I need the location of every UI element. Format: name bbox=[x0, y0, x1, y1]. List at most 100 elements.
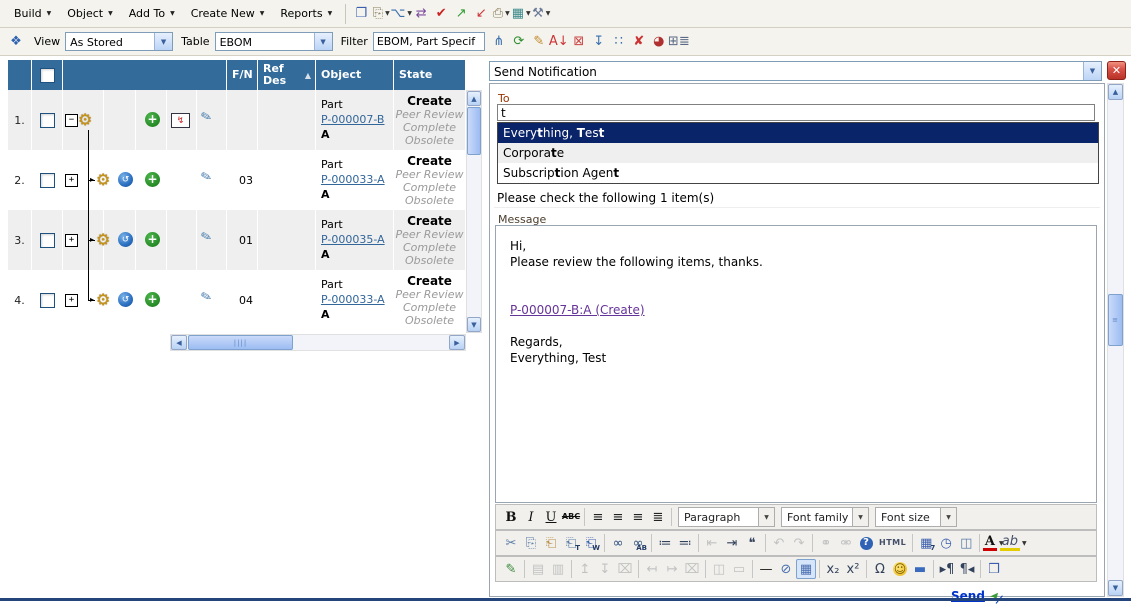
menu-create-new[interactable]: Create New▼ bbox=[183, 4, 273, 24]
insert-row-before-button[interactable]: ↥ bbox=[575, 559, 595, 579]
message-item-link[interactable]: P-000007-B:A (Create) bbox=[510, 303, 645, 317]
table-cell-props-button[interactable]: ▥ bbox=[548, 559, 568, 579]
remove-format-button[interactable]: ⊘ bbox=[776, 559, 796, 579]
scroll-right-icon[interactable]: ▶ bbox=[449, 335, 465, 350]
expander-toggle[interactable]: + bbox=[65, 294, 78, 307]
expand-levels-icon[interactable]: ↧ bbox=[589, 32, 609, 52]
superscript-button[interactable]: x² bbox=[843, 559, 863, 579]
structure-copy-icon[interactable]: ⌥▼ bbox=[391, 4, 411, 24]
tools-icon[interactable]: ⚒▼ bbox=[531, 4, 551, 24]
subscript-button[interactable]: x₂ bbox=[823, 559, 843, 579]
to-input[interactable] bbox=[497, 104, 1095, 121]
clear-filter-icon[interactable]: ⊠ bbox=[569, 32, 589, 52]
undo-button[interactable]: ↶ bbox=[769, 533, 789, 553]
italic-button[interactable]: I bbox=[521, 507, 541, 527]
close-icon[interactable]: ✕ bbox=[1107, 61, 1126, 80]
view-select[interactable]: As Stored ▼ bbox=[65, 32, 173, 51]
header-fn[interactable]: F/N bbox=[227, 60, 258, 90]
html-source-button[interactable]: HTML bbox=[876, 533, 909, 553]
action-select[interactable]: Send Notification ▼ bbox=[489, 61, 1102, 81]
fullscreen-button[interactable]: ❒ bbox=[984, 559, 1004, 579]
filter-tree-icon[interactable]: ⋔ bbox=[489, 32, 509, 52]
row-checkbox[interactable] bbox=[40, 113, 55, 128]
special-char-button[interactable]: Ω bbox=[870, 559, 890, 579]
cut-button[interactable]: ✂ bbox=[501, 533, 521, 553]
chevron-down-icon[interactable]: ▼ bbox=[314, 33, 332, 50]
delete-col-button[interactable]: ⌧ bbox=[682, 559, 702, 579]
paste-word-button[interactable]: ⎗W bbox=[581, 533, 601, 553]
header-object[interactable]: Object bbox=[316, 60, 394, 90]
insert-time-button[interactable]: ◷ bbox=[936, 533, 956, 553]
part-link[interactable]: P-000033-A bbox=[321, 293, 385, 306]
ltr-button[interactable]: ▸¶ bbox=[937, 559, 957, 579]
emoticon-button[interactable]: ☺ bbox=[890, 559, 910, 579]
insert-date-button[interactable]: ▦7 bbox=[916, 533, 936, 553]
header-ref-des[interactable]: Ref Des ▲ bbox=[258, 60, 316, 90]
blockquote-button[interactable]: ❝ bbox=[742, 533, 762, 553]
suggestion-item[interactable]: Subscription Agent bbox=[498, 163, 1098, 183]
align-center-button[interactable]: ≡ bbox=[608, 507, 628, 527]
switch-window-icon[interactable]: ⇄ bbox=[411, 4, 431, 24]
scroll-up-icon[interactable]: ▲ bbox=[467, 91, 481, 106]
promote-icon[interactable]: ↗ bbox=[451, 4, 471, 24]
advanced-hr-button[interactable]: ▬ bbox=[910, 559, 930, 579]
edit-note-icon[interactable]: ✎ bbox=[529, 32, 549, 52]
scroll-up-icon[interactable]: ▲ bbox=[1108, 84, 1123, 100]
row-checkbox[interactable] bbox=[40, 173, 55, 188]
guidelines-button[interactable]: ▦ bbox=[796, 559, 816, 579]
redo-button[interactable]: ↷ bbox=[789, 533, 809, 553]
font-family-select[interactable]: Font family▼ bbox=[781, 507, 869, 527]
part-link[interactable]: P-000033-A bbox=[321, 173, 385, 186]
rtl-button[interactable]: ¶◂ bbox=[957, 559, 977, 579]
expander-toggle[interactable]: + bbox=[65, 174, 78, 187]
find-replace-button[interactable]: ∞AB bbox=[628, 533, 648, 553]
approve-check-icon[interactable]: ✔ bbox=[431, 4, 451, 24]
bold-button[interactable]: B bbox=[501, 507, 521, 527]
scroll-left-icon[interactable]: ◀ bbox=[171, 335, 187, 350]
font-size-select[interactable]: Font size▼ bbox=[875, 507, 957, 527]
highlight-color-button[interactable]: ab▼ bbox=[1003, 533, 1023, 553]
menu-object[interactable]: Object▼ bbox=[59, 4, 120, 24]
chevron-down-icon[interactable]: ▼ bbox=[852, 508, 868, 526]
outline-levels-icon[interactable]: ⊞≣ bbox=[669, 32, 689, 52]
grid-hscroll-thumb[interactable]: |||| bbox=[188, 335, 293, 350]
panel-vscroll-thumb[interactable]: ≡ bbox=[1108, 294, 1123, 346]
insert-col-after-button[interactable]: ↦ bbox=[662, 559, 682, 579]
delete-row-button[interactable]: ⌧ bbox=[615, 559, 635, 579]
unlink-button[interactable]: ⚮ bbox=[836, 533, 856, 553]
demote-icon[interactable]: ↙ bbox=[471, 4, 491, 24]
sort-az-icon[interactable]: A↓ bbox=[549, 32, 569, 52]
table-select[interactable]: EBOM ▼ bbox=[215, 32, 333, 51]
paragraph-select[interactable]: Paragraph▼ bbox=[678, 507, 775, 527]
underline-button[interactable]: U bbox=[541, 507, 561, 527]
grid-vertical-scrollbar[interactable]: ▲ ▼ bbox=[466, 90, 482, 333]
refresh-icon[interactable]: ⟳ bbox=[509, 32, 529, 52]
merge-cells-button[interactable]: ▭ bbox=[729, 559, 749, 579]
align-left-button[interactable]: ≡ bbox=[588, 507, 608, 527]
grid-vscroll-thumb[interactable] bbox=[467, 107, 481, 155]
header-state[interactable]: State bbox=[394, 60, 466, 90]
panel-vertical-scrollbar[interactable]: ▲ ≡ ▼ bbox=[1107, 83, 1124, 597]
menu-add-to[interactable]: Add To▼ bbox=[121, 4, 183, 24]
suggestion-item[interactable]: Everything, Test bbox=[498, 123, 1098, 143]
insert-row-after-button[interactable]: ↧ bbox=[595, 559, 615, 579]
pie-chart-icon[interactable]: ◕ bbox=[649, 32, 669, 52]
chevron-down-icon[interactable]: ▼ bbox=[758, 508, 774, 526]
strikethrough-button[interactable]: ABC bbox=[561, 507, 581, 527]
split-cells-button[interactable]: ◫ bbox=[709, 559, 729, 579]
row-checkbox[interactable] bbox=[40, 293, 55, 308]
print-icon[interactable]: ⎙▼ bbox=[491, 4, 511, 24]
grid-horizontal-scrollbar[interactable]: ◀ |||| ▶ bbox=[170, 334, 466, 351]
paste-text-button[interactable]: ⎗T bbox=[561, 533, 581, 553]
row-checkbox[interactable] bbox=[40, 233, 55, 248]
link-button[interactable]: ⚭ bbox=[816, 533, 836, 553]
copy-icon[interactable]: ⎘▼ bbox=[371, 4, 391, 24]
open-window-icon[interactable]: ❐ bbox=[351, 4, 371, 24]
tree-nodes-icon[interactable]: ∷ bbox=[609, 32, 629, 52]
expander-toggle[interactable]: − bbox=[65, 114, 78, 127]
insert-col-before-button[interactable]: ↤ bbox=[642, 559, 662, 579]
part-link[interactable]: P-000007-B bbox=[321, 113, 384, 126]
indent-button[interactable]: ⇥ bbox=[722, 533, 742, 553]
scroll-down-icon[interactable]: ▼ bbox=[1108, 580, 1123, 596]
find-button[interactable]: ∞ bbox=[608, 533, 628, 553]
